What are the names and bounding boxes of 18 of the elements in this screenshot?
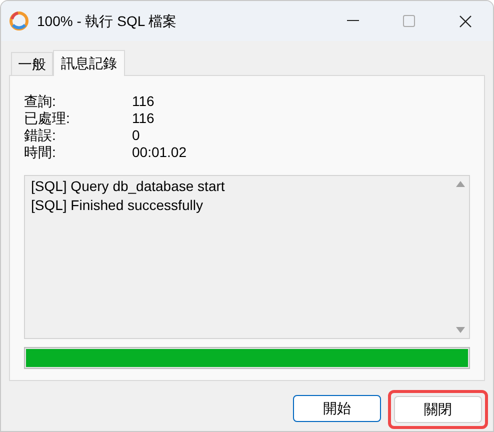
scroll-down-icon[interactable]	[456, 327, 465, 333]
window-title: 100% - 執行 SQL 檔案	[37, 12, 177, 31]
scroll-up-icon[interactable]	[456, 181, 465, 187]
stat-label: 錯誤:	[24, 127, 57, 144]
dialog-button[interactable]: 關閉	[394, 396, 482, 423]
stat-label: 已處理:	[24, 110, 71, 127]
tab[interactable]: 訊息記錄	[53, 50, 125, 76]
stat-value: 116	[132, 110, 154, 127]
stat-value: 00:01.02	[132, 144, 186, 161]
stat-value: 116	[132, 93, 154, 110]
log-line: [SQL] Finished successfully	[31, 196, 204, 215]
log-line: [SQL] Query db_database start	[31, 177, 226, 196]
app-logo-icon	[9, 11, 29, 31]
tab[interactable]: 一般	[11, 52, 53, 75]
stat-value: 0	[132, 127, 140, 144]
stat-label: 時間:	[24, 144, 57, 161]
dialog-button[interactable]: 開始	[293, 395, 381, 422]
stat-label: 查詢:	[24, 93, 57, 110]
